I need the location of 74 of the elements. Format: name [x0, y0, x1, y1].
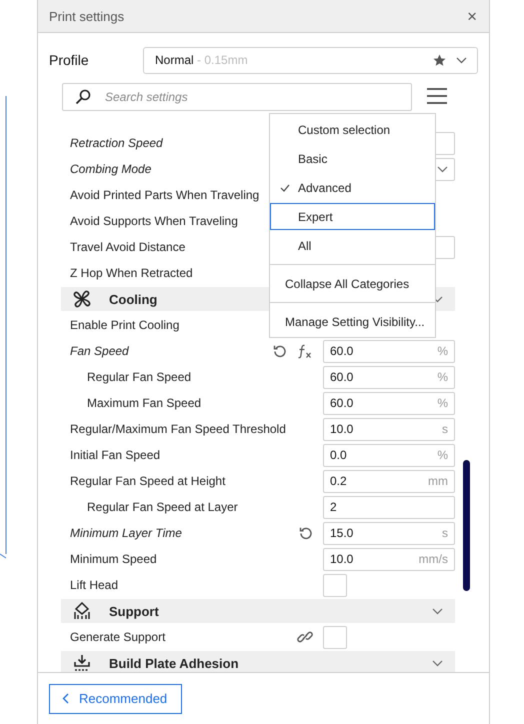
menu-item[interactable]: Advanced [270, 174, 435, 201]
setting-field[interactable]: 0.0 % [323, 444, 455, 466]
setting-label: Lift Head [69, 578, 118, 592]
setting-field[interactable]: 2 [323, 496, 455, 518]
field-unit: % [437, 370, 448, 384]
field-value: 10.0 [330, 422, 354, 436]
support-icon [73, 602, 91, 620]
field-unit: s [442, 422, 448, 436]
menu-item[interactable]: All [270, 232, 435, 259]
field-value: 60.0 [330, 344, 354, 358]
setting-label: Initial Fan Speed [69, 448, 160, 462]
category-header[interactable]: Build Plate Adhesion [61, 651, 455, 672]
setting-label: Z Hop When Retracted [69, 266, 193, 280]
field-unit: % [437, 396, 448, 410]
fan-icon [73, 290, 91, 308]
menu-item[interactable]: Manage Setting Visibility... [270, 308, 435, 335]
adhesion-icon [73, 654, 91, 672]
chevron-down-icon [437, 166, 448, 172]
scrollbar-thumb[interactable] [463, 460, 470, 591]
setting-label: Regular/Maximum Fan Speed Threshold [69, 422, 286, 436]
setting-checkbox[interactable] [323, 574, 347, 596]
menu-item[interactable]: Expert [270, 203, 435, 230]
setting-label: Regular Fan Speed at Layer [86, 500, 238, 514]
field-value: 15.0 [330, 526, 354, 540]
setting-field[interactable]: 10.0 s [323, 418, 455, 440]
setting-label: Travel Avoid Distance [69, 240, 186, 254]
field-unit: % [437, 448, 448, 462]
setting-checkbox[interactable] [323, 626, 347, 648]
setting-label: Combing Mode [69, 162, 152, 176]
recommended-button[interactable]: Recommended [49, 684, 182, 714]
field-unit: mm [428, 474, 448, 488]
field-unit: s [442, 526, 448, 540]
setting-field[interactable]: 60.0 % [323, 340, 455, 362]
field-value: 10.0 [330, 552, 354, 566]
setting-label: Generate Support [69, 630, 166, 644]
chevron-left-icon [62, 693, 69, 704]
profile-dropdown[interactable]: Normal - 0.15mm [143, 46, 478, 74]
setting-label: Minimum Layer Time [69, 526, 182, 540]
setting-label: Regular Fan Speed at Height [69, 474, 226, 488]
setting-label: Regular Fan Speed [86, 370, 192, 384]
profile-label: Profile [49, 52, 90, 68]
chevron-down-icon [432, 608, 443, 614]
menu-item[interactable]: Custom selection [270, 116, 435, 143]
category-header[interactable]: Support [61, 599, 455, 623]
close-button[interactable]: × [465, 8, 479, 24]
setting-label: Enable Print Cooling [69, 318, 180, 332]
menu-item[interactable]: Basic [270, 145, 435, 172]
window-title: Print settings [49, 8, 124, 24]
search-icon [75, 89, 91, 105]
setting-label: Minimum Speed [69, 552, 157, 566]
reset-icon[interactable] [299, 526, 313, 540]
field-value: 60.0 [330, 370, 354, 384]
field-unit: % [437, 344, 448, 358]
setting-label: Avoid Supports When Traveling [69, 214, 238, 228]
field-value: 2 [330, 500, 337, 514]
chevron-down-icon [432, 660, 443, 666]
field-value: 0.2 [330, 474, 347, 488]
setting-label: Avoid Printed Parts When Traveling [69, 188, 260, 202]
setting-label: Retraction Speed [69, 136, 163, 150]
search-field[interactable]: Search settings [62, 83, 412, 111]
reset-icon[interactable] [273, 344, 287, 358]
setting-field[interactable]: 60.0 % [323, 392, 455, 414]
field-unit: mm/s [418, 552, 448, 566]
field-value: 60.0 [330, 396, 354, 410]
formula-icon[interactable] [297, 344, 313, 358]
chevron-down-icon [456, 56, 467, 64]
field-value: 0.0 [330, 448, 347, 462]
setting-label: Maximum Fan Speed [86, 396, 202, 410]
setting-field[interactable]: 60.0 % [323, 366, 455, 388]
link-icon[interactable] [297, 629, 313, 645]
setting-label: Fan Speed [69, 344, 129, 358]
setting-field[interactable]: 0.2 mm [323, 470, 455, 492]
setting-field[interactable]: 10.0 mm/s [323, 548, 455, 570]
setting-field[interactable]: 15.0 s [323, 522, 455, 544]
